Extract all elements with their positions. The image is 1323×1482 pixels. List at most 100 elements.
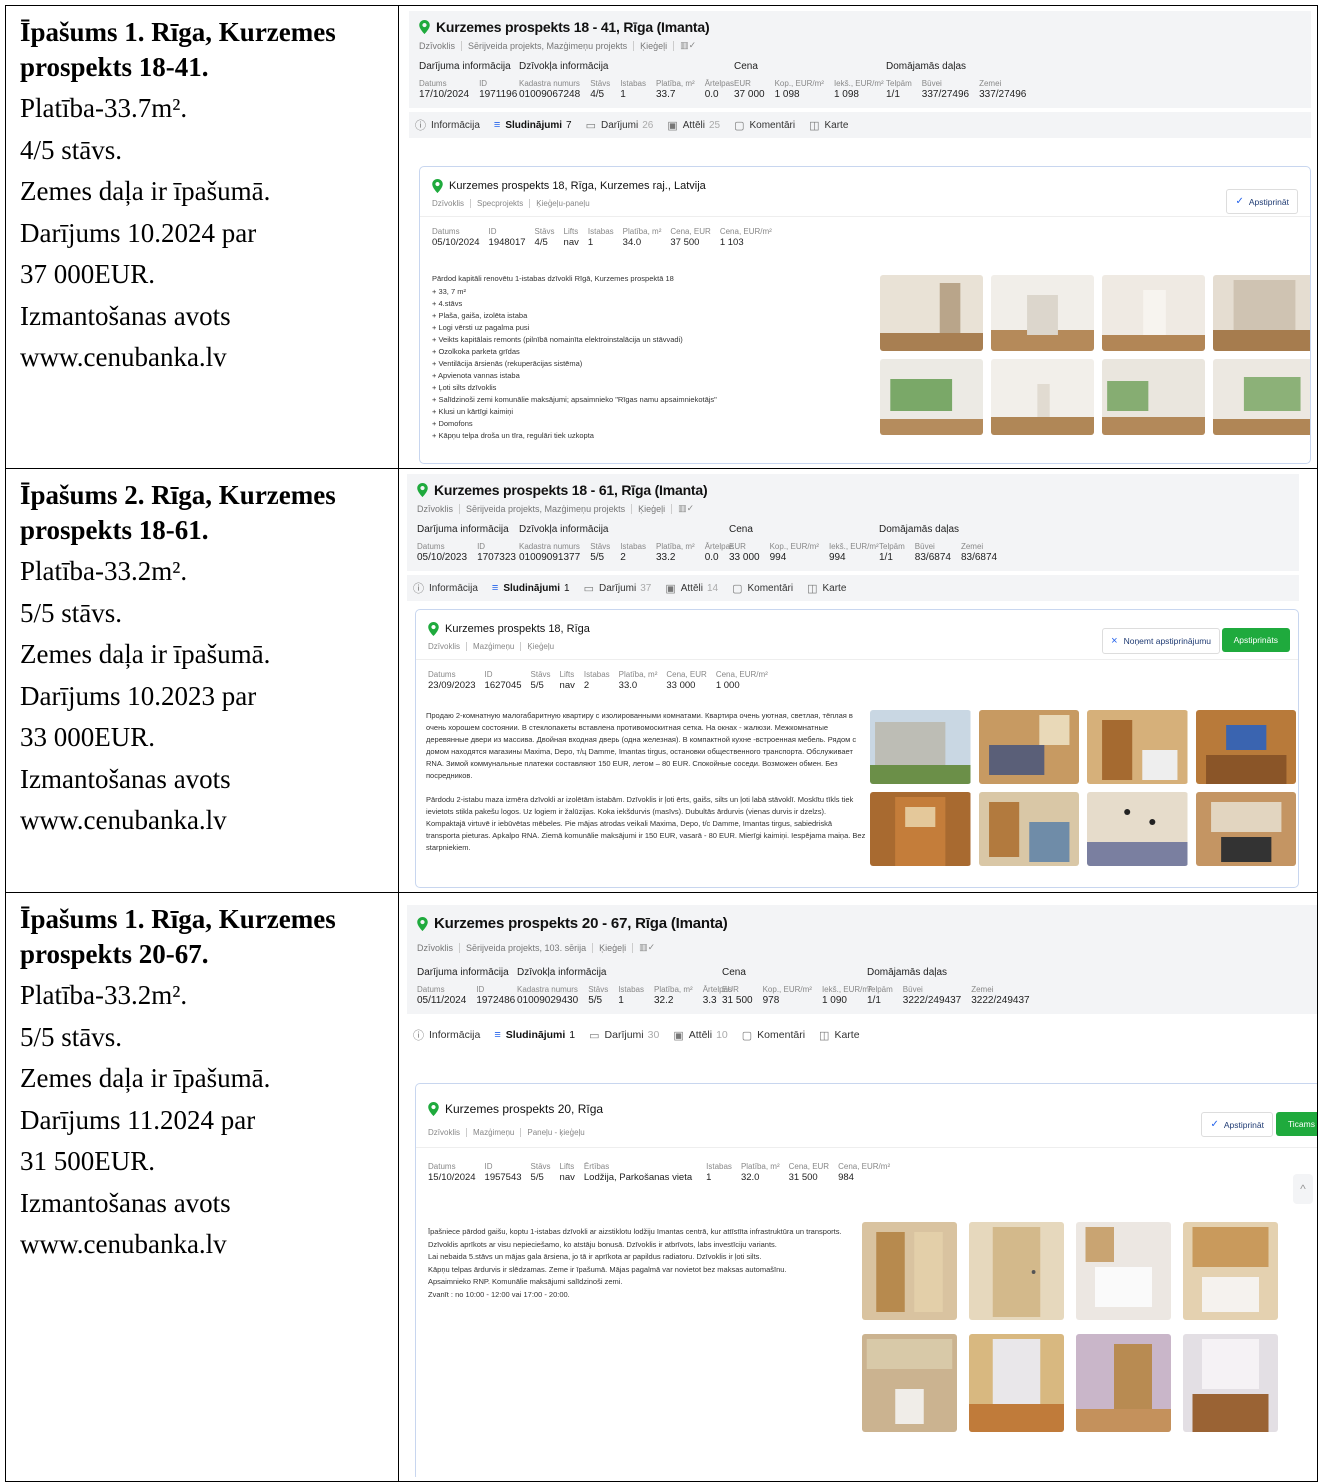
button-label: Apstiprināt [1223,1119,1264,1130]
table-row-1: Īpašums 1. Rīga, Kurzemes prospekts 18-4… [6,6,1317,469]
tag: Dzīvoklis [417,942,461,953]
listing-photo[interactable] [1076,1334,1171,1432]
tab-deals[interactable]: ▭ Darījumi 26 [586,119,654,132]
field-label: Iekš., EUR/m² [833,79,884,88]
property-summary-1: Īpašums 1. Rīga, Kurzemes prospekts 18-4… [6,6,399,468]
tab-bar: ⓘ Informācija ≡ Sludinājumi 1 ▭ Darījumi 37 ▣… [407,575,1299,601]
listing-photo[interactable] [1087,792,1188,866]
tab-deals[interactable]: ▭ Darījumi 30 [589,1029,659,1042]
property-title: Īpašums 1. Rīga, Kurzemes prospekts 20-6… [20,902,384,972]
field-value: 34.0 [622,237,642,248]
folder-icon: ▭ [589,1029,600,1042]
tab-map[interactable]: ◫ Karte [819,1029,860,1042]
tab-label: Karte [834,1029,860,1041]
desc-line: + Salīdzinoši zemi komunālie maksājumi; … [432,395,717,404]
tab-listings[interactable]: ≡ Sludinājumi 1 [494,1029,575,1041]
remove-confirmation-button[interactable]: × Noņemt apstiprinājumu [1102,628,1220,654]
listing-photo[interactable] [870,710,971,784]
listing-photo[interactable] [880,359,983,435]
tab-map[interactable]: ◫ Karte [807,582,846,595]
listing-photo[interactable] [1102,275,1205,351]
tab-images[interactable]: ▣ Attēli 14 [665,582,718,595]
listing-photo[interactable] [1213,275,1310,351]
field-label: Zemei [960,542,984,551]
listing-photo[interactable] [969,1222,1064,1320]
group-title: Cena [729,524,753,535]
listing-photo[interactable] [1183,1334,1278,1432]
field-label: ID [479,79,488,88]
group-title: Domājamās daļas [886,61,967,72]
floor: 4/5 stāvs. [20,134,123,165]
tab-images[interactable]: ▣ Attēli 10 [673,1029,727,1042]
group-price: Cena EUR 31 500 Kop., EUR/m² 978 Iekš., EU… [722,967,872,1006]
listing-description: Продаю 2-комнатную малогабаритную кварти… [426,710,866,866]
desc-line: + Ventilācija ārsienās (rekuperācijas si… [432,359,583,368]
listing-photo[interactable] [978,792,1079,866]
trusted-button[interactable]: Ticams [1275,1112,1317,1136]
listing-photo[interactable] [991,359,1094,435]
tab-label: Attēli [682,119,705,131]
desc-line: Dzīvoklis aprīkots ar visu nepieciešamo,… [428,1239,777,1249]
chevron-up-icon[interactable]: ^ [1293,1174,1313,1204]
listing-photo[interactable] [870,792,971,866]
field-value: 0.0 [704,89,719,100]
field-label: Platība, m² [656,542,695,551]
field-label: Datums [417,542,445,551]
listing-photo[interactable] [1195,710,1296,784]
confirmed-button[interactable]: Apstiprināts [1221,628,1290,652]
tab-information[interactable]: ⓘ Informācija [415,117,480,133]
field-label: Stāvs [534,227,555,236]
listing-tags: Dzīvoklis Specprojekts Ķieģeļu-paneļu [432,199,1298,208]
tab-map[interactable]: ◫ Karte [809,119,848,132]
tab-information[interactable]: ⓘ Informācija [413,580,478,596]
listing-photo[interactable] [1076,1222,1171,1320]
field-label: Istabas [620,79,646,88]
tab-comments[interactable]: ▢ Komentāri [732,582,793,595]
address-text: Kurzemes prospekts 18, Rīga, Kurzemes ra… [449,180,706,192]
listing-photo[interactable] [969,1334,1064,1432]
tag: Dzīvoklis [432,199,472,208]
listing-photo[interactable] [1102,359,1205,435]
listing-photo[interactable] [880,275,983,351]
confirm-button[interactable]: ✓ Apstiprināt [1201,1112,1273,1137]
tab-comments[interactable]: ▢ Komentāri [734,119,795,132]
field-label: Istabas [706,1162,732,1171]
listing-photo[interactable] [862,1222,957,1320]
confirm-button[interactable]: ✓ Apstiprināt [1226,189,1298,214]
tab-deals[interactable]: ▭ Darījumi 37 [584,582,652,595]
field-label: Kop., EUR/m² [762,985,812,994]
tab-comments[interactable]: ▢ Komentāri [742,1029,805,1042]
property-tags: Dzīvoklis Sērijveida projekts, Mazģimeņu… [417,503,1287,514]
listing-photo[interactable] [1087,710,1188,784]
tag: Sērijveida projekts, 103. sērija [466,942,594,953]
tab-information[interactable]: ⓘ Informācija [413,1027,480,1043]
tab-listings[interactable]: ≡ Sludinājumi 1 [492,582,570,594]
field-value: 37 500 [670,237,700,248]
deal-price: 33 000EUR. [20,722,155,752]
listing-photo[interactable] [1183,1222,1278,1320]
listing-card: Kurzemes prospekts 18, Rīga, Kurzemes ra… [419,166,1311,464]
listing-photo[interactable] [978,710,1079,784]
tab-images[interactable]: ▣ Attēli 25 [667,119,720,132]
tag: Ķieģeļi [599,942,634,953]
land: Zemes daļa ir īpašumā. [20,1063,271,1093]
listing-photo[interactable] [991,275,1094,351]
property-tags: Dzīvoklis Sērijveida projekts, Mazģimeņu… [419,40,1299,51]
field-value: 33.0 [618,680,638,691]
listing-photo[interactable] [1213,359,1310,435]
field-value: 33.2 [656,552,676,563]
image-icon: ▣ [673,1029,684,1042]
listing-photo[interactable] [862,1334,957,1432]
group-shares: Domājamās daļas Telpām 1/1 Būvei 83/6874 Z… [879,524,1007,563]
group-title: Cena [722,967,746,978]
field-value: 1957543 [484,1172,522,1183]
field-label: Istabas [618,985,644,994]
field-value: 5/5 [530,680,544,691]
field-label: Ārtelpas [704,79,735,88]
tab-listings[interactable]: ≡ Sludinājumi 7 [494,119,572,131]
field-label: Būvei [921,79,942,88]
field-value: 1627045 [484,680,522,691]
group-deal: Darījuma informācija Datums 05/10/2023 ID… [417,524,519,563]
comment-icon: ▢ [741,1029,753,1042]
listing-photo[interactable] [1195,792,1296,866]
